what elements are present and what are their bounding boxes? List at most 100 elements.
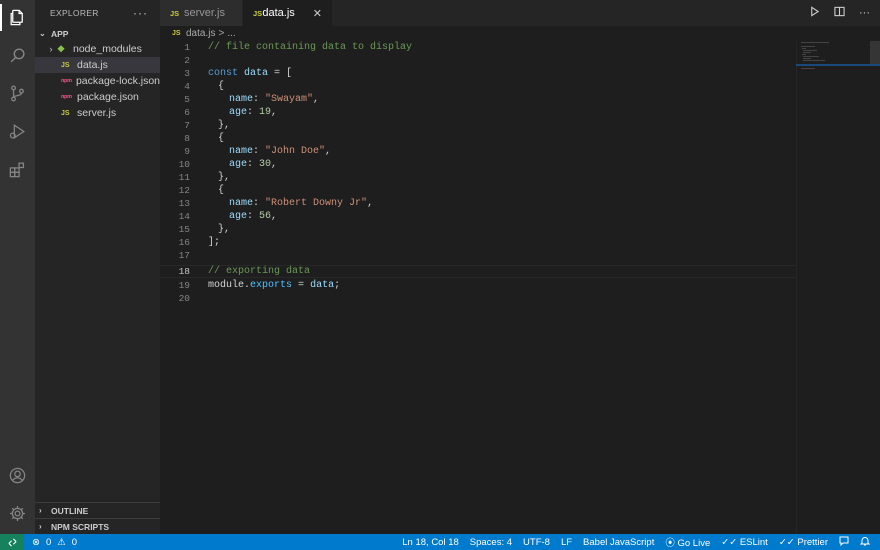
punctuation: : <box>247 211 260 222</box>
breadcrumb-more[interactable]: ... <box>227 28 235 39</box>
comment: // file containing data to display <box>208 42 413 53</box>
property: name <box>229 198 254 209</box>
run-debug-icon[interactable] <box>6 120 29 143</box>
string: "Robert Downy Jr" <box>265 198 368 209</box>
tree-item-label: package.json <box>77 91 139 103</box>
code-editor[interactable]: 1 // file containing data to display 2 3 c… <box>160 41 880 534</box>
npm-file-icon: npm <box>61 94 72 100</box>
scrollbar-thumb[interactable] <box>870 41 880 64</box>
line-number: 7 <box>184 120 190 131</box>
search-icon[interactable] <box>6 44 29 67</box>
close-icon[interactable]: ✕ <box>313 7 322 20</box>
outline-section[interactable]: › OUTLINE <box>35 502 160 518</box>
check-double-icon: ✓✓ <box>778 536 795 548</box>
tree-item-package-json[interactable]: npm package.json <box>35 89 160 105</box>
tree-item-node-modules[interactable]: › ❖ node_modules <box>35 41 160 57</box>
tree-item-label: node_modules <box>73 43 142 55</box>
js-file-icon: JS <box>61 109 70 117</box>
prettier-label: Prettier <box>797 536 828 548</box>
code-line: }, <box>218 224 230 235</box>
folder-section-app[interactable]: ⌄ APP <box>35 26 160 41</box>
notifications-bell-icon[interactable] <box>859 536 871 549</box>
tree-item-label: data.js <box>77 59 108 71</box>
indentation[interactable]: Spaces: 4 <box>470 537 512 548</box>
punctuation: : <box>253 94 266 105</box>
punctuation: , <box>325 146 332 157</box>
account-icon[interactable] <box>6 464 29 487</box>
variable: data <box>244 68 269 79</box>
breadcrumb-separator: > <box>218 28 225 39</box>
comment: // exporting data <box>208 266 311 277</box>
property: name <box>229 94 254 105</box>
active-indicator <box>0 4 2 31</box>
code-line: { <box>218 81 224 92</box>
npm-scripts-section[interactable]: › NPM SCRIPTS <box>35 518 160 534</box>
prettier-button[interactable]: ✓✓ Prettier <box>779 537 828 548</box>
tree-item-data-js[interactable]: JS data.js <box>35 57 160 73</box>
code-line: age: 30, <box>229 159 277 170</box>
line-number: 6 <box>184 107 190 118</box>
explorer-sidebar: EXPLORER ··· ⌄ APP › ❖ node_modules JS d… <box>35 0 160 534</box>
tab-label: server.js <box>184 7 225 19</box>
minimap-line <box>803 58 811 59</box>
tree-item-server-js[interactable]: JS server.js <box>35 105 160 121</box>
minimap-line <box>801 68 815 69</box>
tab-server-js[interactable]: JS server.js <box>160 0 243 26</box>
more-actions-icon[interactable]: ··· <box>133 6 148 20</box>
punctuation: ]; <box>208 237 221 248</box>
code-line: module.exports = data; <box>208 280 340 291</box>
tree-item-package-lock-json[interactable]: npm package-lock.json <box>35 73 160 89</box>
minimap-line <box>801 42 829 43</box>
code-line: ]; <box>208 237 220 248</box>
extensions-icon[interactable] <box>6 158 29 181</box>
scrollbar[interactable] <box>870 41 880 534</box>
more-actions-icon[interactable]: ··· <box>859 7 870 19</box>
settings-gear-icon[interactable] <box>6 502 29 525</box>
punctuation: : <box>247 159 260 170</box>
split-editor-icon[interactable] <box>834 6 845 20</box>
files-icon[interactable] <box>6 6 29 29</box>
code-line: // file containing data to display <box>208 42 412 53</box>
go-live-label: Go Live <box>677 538 711 549</box>
code-line: const data = [ <box>208 68 292 79</box>
tab-data-js[interactable]: JS data.js ✕ <box>243 0 333 26</box>
warning-icon: ⚠ <box>57 536 66 548</box>
js-file-icon: JS <box>170 8 180 18</box>
punctuation: }, <box>218 120 231 131</box>
eslint-button[interactable]: ✓✓ ESLint <box>721 537 768 548</box>
js-file-icon: JS <box>172 30 181 37</box>
line-number: 5 <box>184 94 190 105</box>
cursor-position[interactable]: Ln 18, Col 18 <box>402 537 459 548</box>
line-number: 11 <box>178 172 190 183</box>
encoding[interactable]: UTF-8 <box>523 537 550 548</box>
minimap-line <box>803 56 819 57</box>
minimap[interactable] <box>796 41 880 534</box>
line-number: 16 <box>178 237 190 248</box>
line-number: 4 <box>184 81 190 92</box>
minimap-line <box>803 52 811 53</box>
js-file-icon: JS <box>61 61 70 69</box>
breadcrumb-file[interactable]: data.js <box>186 28 215 39</box>
npm-scripts-label: NPM SCRIPTS <box>51 521 110 532</box>
chevron-right-icon: › <box>39 506 42 515</box>
source-control-icon[interactable] <box>6 82 29 105</box>
property: exports <box>250 280 293 291</box>
folder-name: APP <box>51 28 69 39</box>
go-live-button[interactable]: ⦿ Go Live <box>665 535 710 549</box>
code-line: name: "John Doe", <box>229 146 331 157</box>
punctuation: , <box>313 94 320 105</box>
activity-bar <box>0 0 35 534</box>
broadcast-icon: ⦿ <box>665 538 675 549</box>
editor-actions: ··· <box>809 0 870 26</box>
remote-icon[interactable] <box>0 534 24 550</box>
end-of-line[interactable]: LF <box>561 537 572 548</box>
feedback-icon[interactable] <box>839 536 849 549</box>
run-icon[interactable] <box>809 6 820 20</box>
problems-indicator[interactable]: ⊗ 0 ⚠ 0 <box>24 537 77 548</box>
number: 19 <box>259 107 272 118</box>
line-number: 3 <box>184 68 190 79</box>
language-mode[interactable]: Babel JavaScript <box>583 537 654 548</box>
line-number: 18 <box>178 266 190 277</box>
line-number: 13 <box>178 198 190 209</box>
line-number: 2 <box>184 55 190 66</box>
